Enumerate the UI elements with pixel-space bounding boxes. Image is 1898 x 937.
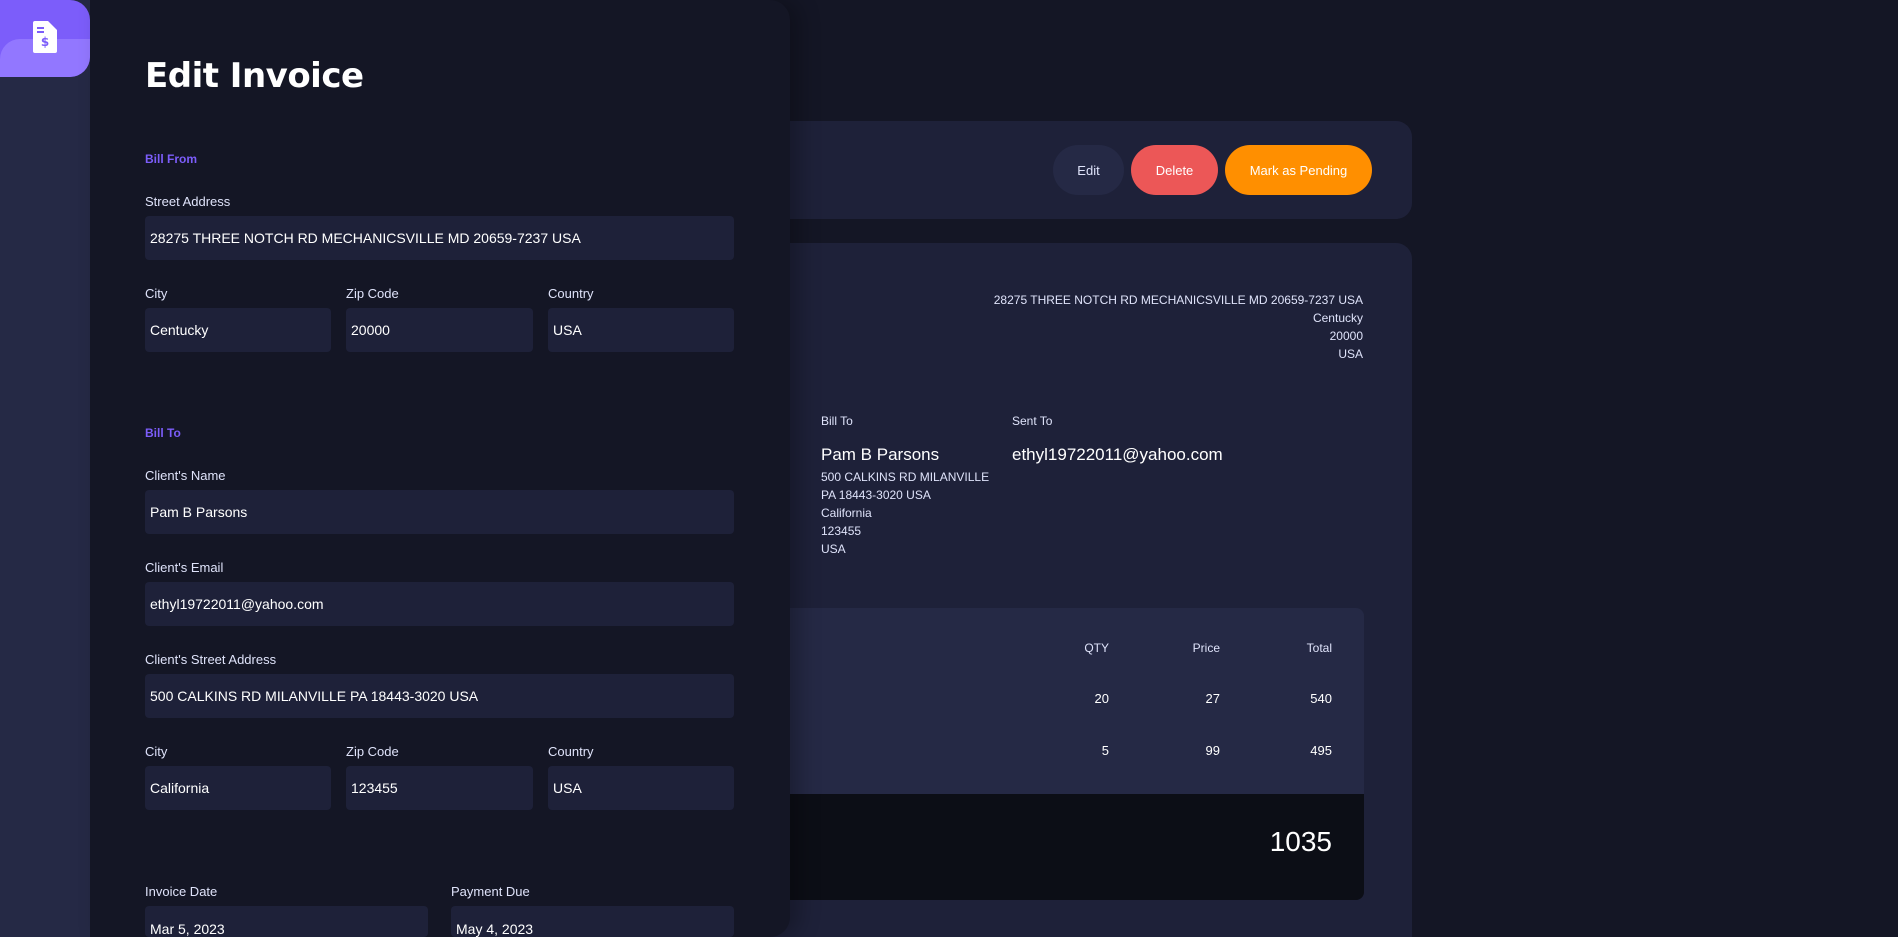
amount-due: 1035 — [1269, 826, 1332, 857]
qty-header: QTY — [1084, 641, 1109, 655]
payment-due-label: Payment Due — [451, 884, 530, 899]
client-zip-label: Zip Code — [346, 744, 399, 759]
client-name-input[interactable]: Pam B Parsons — [145, 490, 734, 534]
sender-city-input[interactable]: Centucky — [145, 308, 331, 352]
svg-text:$: $ — [41, 35, 49, 49]
row-price: 27 — [1205, 691, 1220, 706]
sender-zip-input[interactable]: 20000 — [346, 308, 533, 352]
row-price: 99 — [1205, 743, 1220, 758]
client-zip-input[interactable]: 123455 — [346, 766, 533, 810]
street-address-label: Street Address — [145, 194, 231, 209]
sender-country: USA — [1338, 347, 1363, 361]
invoice-document-icon: $ — [33, 21, 57, 53]
city-label: City — [145, 286, 168, 301]
invoice-date-label: Invoice Date — [145, 884, 218, 899]
client-city-label: City — [145, 744, 168, 759]
client-street-line-2: PA 18443-3020 USA — [821, 488, 931, 502]
sender-city: Centucky — [1312, 311, 1363, 325]
sender-street: 28275 THREE NOTCH RD MECHANICSVILLE MD 2… — [993, 293, 1363, 307]
row-total: 495 — [1310, 743, 1332, 758]
row-qty: 5 — [1101, 743, 1109, 758]
zip-code-label: Zip Code — [346, 286, 399, 301]
page-title: Edit Invoice — [145, 56, 364, 96]
total-header: Total — [1306, 641, 1332, 655]
price-header: Price — [1192, 641, 1220, 655]
client-address: 500 CALKINS RD MILANVILLE PA 18443-3020 … — [821, 468, 989, 558]
sender-street-input[interactable]: 28275 THREE NOTCH RD MECHANICSVILLE MD 2… — [145, 216, 734, 260]
client-zip: 123455 — [821, 524, 862, 538]
bill-from-heading: Bill From — [145, 152, 198, 166]
sender-country-input[interactable]: USA — [548, 308, 734, 352]
client-email-label: Client's Email — [145, 560, 224, 575]
client-country-input[interactable]: USA — [548, 766, 734, 810]
row-total: 540 — [1310, 691, 1332, 706]
delete-button[interactable]: Delete — [1131, 145, 1218, 195]
items-table — [700, 608, 1364, 794]
row-qty: 20 — [1094, 691, 1109, 706]
client-street-label: Client's Street Address — [145, 652, 277, 667]
client-street-line-1: 500 CALKINS RD MILANVILLE — [821, 470, 990, 484]
client-name: Pam B Parsons — [821, 445, 940, 464]
bill-to-heading: Bill To — [145, 426, 181, 440]
client-country-label: Country — [548, 744, 594, 759]
sender-zip: 20000 — [1329, 329, 1363, 343]
client-city: California — [821, 506, 872, 520]
client-email-input[interactable]: ethyl19722011@yahoo.com — [145, 582, 734, 626]
client-name-label: Client's Name — [145, 468, 226, 483]
sent-to-label: Sent To — [1012, 414, 1053, 428]
country-label: Country — [548, 286, 594, 301]
edit-button[interactable]: Edit — [1053, 145, 1124, 195]
client-country: USA — [821, 542, 846, 556]
payment-due-field[interactable]: May 4, 2023 — [451, 906, 734, 937]
bill-to-label: Bill To — [821, 414, 853, 428]
invoice-date-picker[interactable]: Mar 5, 2023 — [145, 906, 428, 937]
sender-address: 28275 THREE NOTCH RD MECHANICSVILLE MD 2… — [994, 291, 1363, 363]
client-email: ethyl19722011@yahoo.com — [1012, 445, 1223, 464]
amount-due-box — [700, 794, 1364, 900]
client-city-input[interactable]: California — [145, 766, 331, 810]
client-street-input[interactable]: 500 CALKINS RD MILANVILLE PA 18443-3020 … — [145, 674, 734, 718]
mark-as-pending-button[interactable]: Mark as Pending — [1225, 145, 1372, 195]
